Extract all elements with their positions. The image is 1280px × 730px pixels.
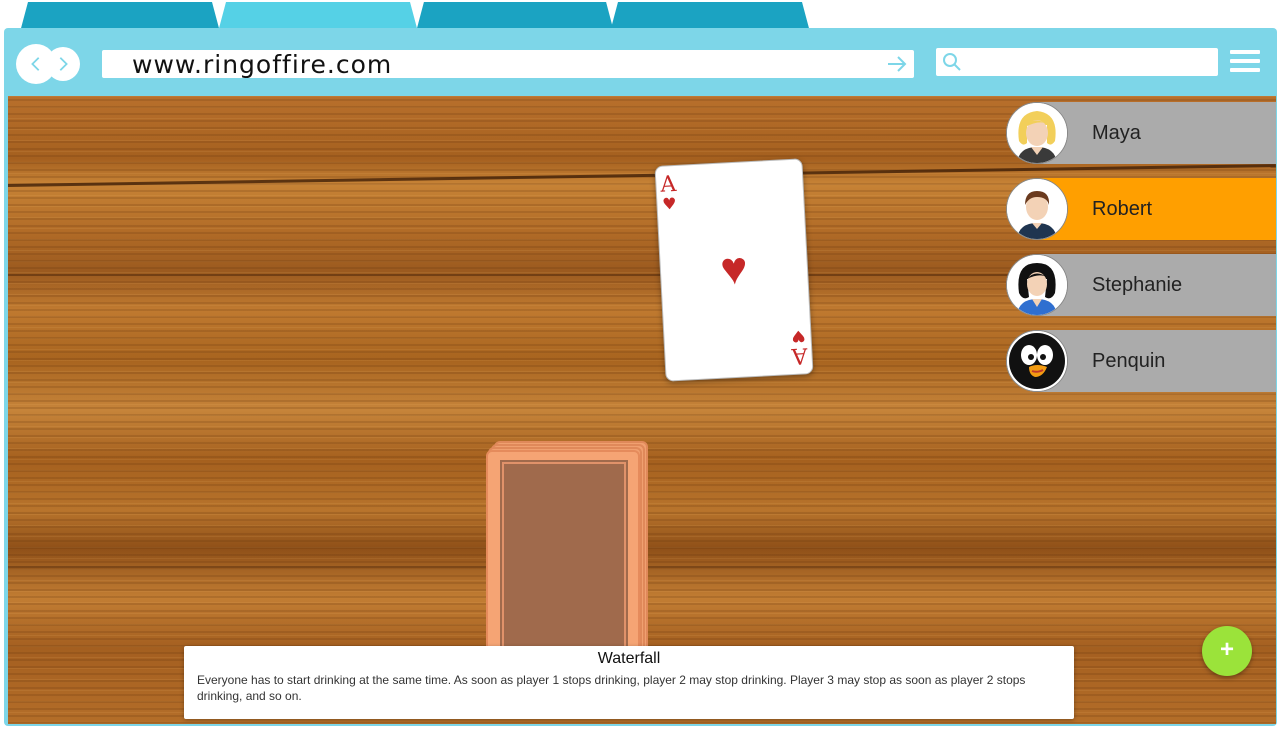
game-table: A ♥ ♥ A ♥ Maya Robert Stephanie Penquin … bbox=[8, 96, 1276, 724]
player-robert[interactable]: Robert bbox=[1006, 178, 1276, 240]
arrow-right-icon[interactable] bbox=[886, 54, 908, 74]
player-name: Stephanie bbox=[1092, 274, 1183, 296]
card-back-pattern bbox=[500, 460, 628, 660]
url-text: www.ringoffire.com bbox=[132, 50, 393, 79]
card-corner-bottom: A ♥ bbox=[790, 326, 809, 369]
man-avatar-icon bbox=[1006, 178, 1068, 240]
card-suit: ♥ bbox=[661, 193, 678, 214]
blonde-woman-avatar-icon bbox=[1006, 102, 1068, 164]
player-penquin[interactable]: Penquin bbox=[1006, 330, 1276, 392]
address-bar[interactable]: www.ringoffire.com bbox=[102, 50, 914, 79]
browser-window: www.ringoffire.com A ♥ ♥ A ♥ Maya Robert… bbox=[4, 28, 1277, 726]
browser-toolbar: www.ringoffire.com bbox=[4, 28, 1277, 96]
card-corner-top: A ♥ bbox=[660, 172, 678, 214]
card-rank: A bbox=[791, 342, 809, 369]
card-deck[interactable] bbox=[486, 441, 648, 681]
deck-top-card[interactable] bbox=[486, 450, 640, 674]
chevron-right-icon bbox=[59, 57, 68, 71]
add-player-button[interactable]: + bbox=[1202, 626, 1252, 676]
search-icon bbox=[943, 53, 961, 71]
heart-suit-icon: ♥ bbox=[718, 241, 749, 295]
chevron-left-icon bbox=[31, 57, 40, 71]
player-maya[interactable]: Maya bbox=[1006, 102, 1276, 164]
penguin-avatar-icon bbox=[1006, 330, 1068, 392]
player-stephanie[interactable]: Stephanie bbox=[1006, 254, 1276, 316]
card-suit: ♥ bbox=[790, 326, 807, 347]
player-name: Robert bbox=[1092, 198, 1153, 220]
dark-hair-woman-avatar-icon bbox=[1006, 254, 1068, 316]
rule-description: Everyone has to start drinking at the sa… bbox=[197, 673, 1026, 703]
played-card: A ♥ ♥ A ♥ bbox=[654, 158, 814, 382]
player-name: Maya bbox=[1092, 122, 1141, 144]
hamburger-menu-icon[interactable] bbox=[1230, 50, 1260, 76]
search-input[interactable] bbox=[936, 48, 1218, 76]
back-button[interactable] bbox=[16, 44, 56, 84]
rule-title: Waterfall bbox=[597, 650, 661, 667]
player-name: Penquin bbox=[1092, 350, 1166, 372]
rule-card: Waterfall Everyone has to start drinking… bbox=[184, 646, 1074, 719]
